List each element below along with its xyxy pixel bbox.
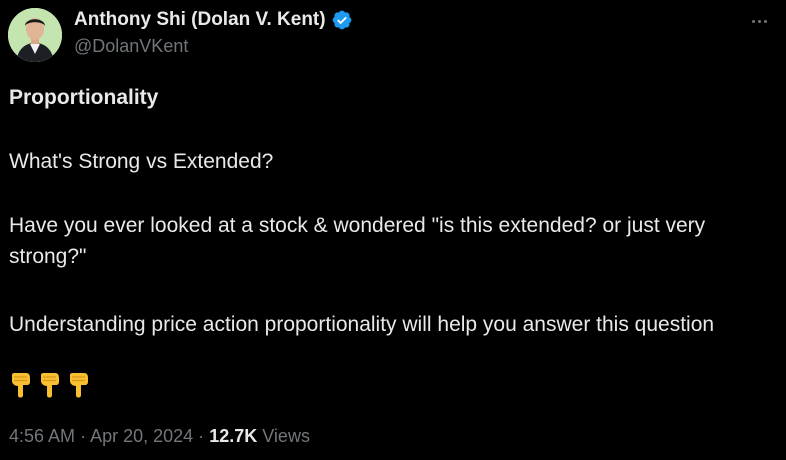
tweet-paragraph-2: Understanding price action proportionali… [9, 313, 715, 336]
author-handle[interactable]: @DolanVKent [74, 36, 188, 57]
meta-separator: · [80, 426, 87, 446]
tweet-meta: 4:56 AM · Apr 20, 2024 · 12.7K Views [9, 426, 310, 447]
pointing-down-emoji-icon [41, 373, 59, 398]
pointing-down-emoji-icon [70, 373, 88, 398]
author-display-name[interactable]: Anthony Shi (Dolan V. Kent) [74, 9, 326, 31]
emoji-row [10, 372, 90, 398]
avatar[interactable] [8, 8, 62, 62]
pointing-down-emoji-icon [12, 373, 30, 398]
tweet-card: Anthony Shi (Dolan V. Kent) @DolanVKent … [0, 0, 786, 460]
tweet-time[interactable]: 4:56 AM [9, 426, 75, 446]
profile-photo-icon [8, 8, 62, 62]
views-label: Views [262, 426, 310, 446]
author-name-row: Anthony Shi (Dolan V. Kent) [74, 8, 353, 32]
views-count[interactable]: 12.7K [209, 426, 257, 446]
tweet-paragraph-1: Have you ever looked at a stock & wonder… [9, 214, 706, 268]
more-options-icon[interactable] [744, 10, 774, 32]
verified-badge-icon[interactable] [331, 9, 353, 31]
tweet-question: What's Strong vs Extended? [9, 150, 274, 173]
tweet-date[interactable]: Apr 20, 2024 [90, 426, 193, 446]
meta-separator: · [198, 426, 205, 446]
tweet-title: Proportionality [9, 86, 159, 109]
